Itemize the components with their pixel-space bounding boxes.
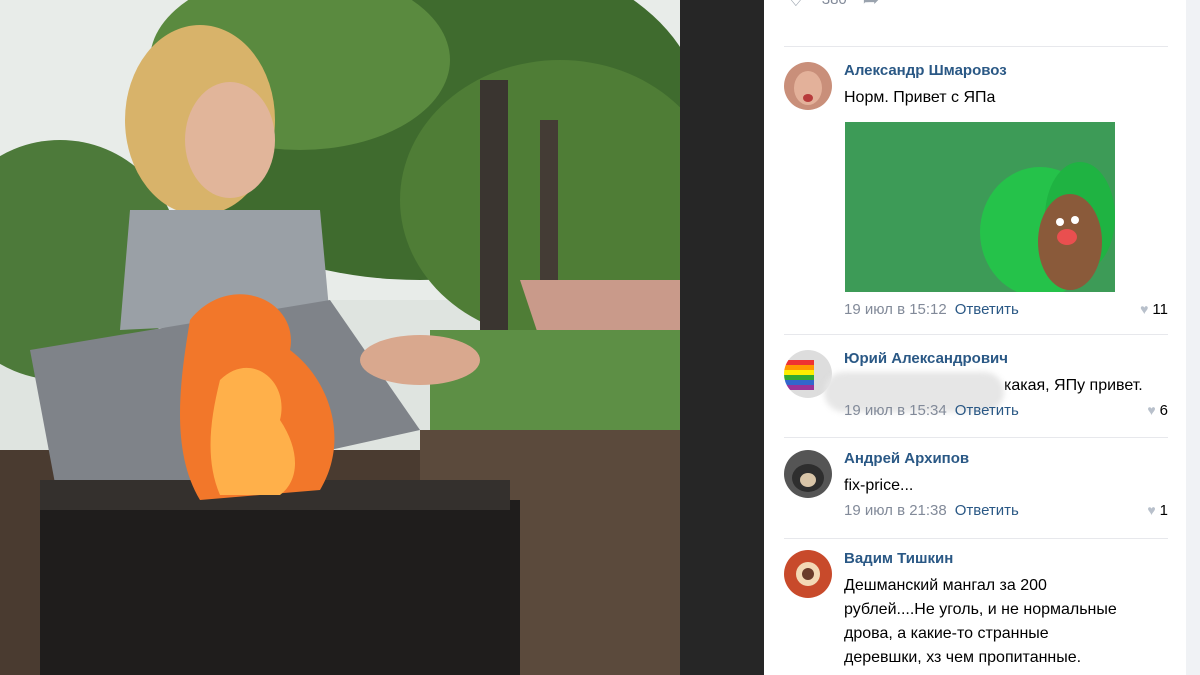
heart-icon: ♥ <box>1147 402 1156 418</box>
comment-text: Норм. Привет с ЯПа <box>844 89 996 106</box>
share-icon[interactable]: ➦ <box>863 0 880 12</box>
divider <box>784 46 1168 47</box>
comment-time[interactable]: 19 июл в 21:38 <box>844 502 947 519</box>
reply-link[interactable]: Ответить <box>955 402 1019 419</box>
comment-likes[interactable]: ♥ 6 <box>1147 402 1168 419</box>
avatar[interactable] <box>784 62 832 110</box>
comment-item: Вадим Тишкин Дешманский мангал за 200 ру… <box>784 550 1168 675</box>
comment-text-line: деревшки, хз чем пропитанные. <box>844 649 1082 666</box>
avatar[interactable] <box>784 450 832 498</box>
like-count: 11 <box>1152 301 1168 318</box>
reply-link[interactable]: Ответить <box>955 301 1019 318</box>
divider <box>784 538 1168 539</box>
comment-meta: 19 июл в 21:38 Ответить <box>844 502 1019 519</box>
comment-meta: 19 июл в 15:12 Ответить <box>844 301 1019 318</box>
reply-link[interactable]: Ответить <box>955 502 1019 519</box>
comment-likes[interactable]: ♥ 1 <box>1147 502 1168 519</box>
heart-icon[interactable]: ♡ <box>786 0 806 12</box>
like-count: 1 <box>1159 502 1168 519</box>
comment-item: Андрей Архипов fix-price... 19 июл в 21:… <box>784 450 1168 539</box>
comment-text: fix-price... <box>844 477 914 494</box>
comment-time[interactable]: 19 июл в 15:34 <box>844 402 947 419</box>
comment-time[interactable]: 19 июл в 15:12 <box>844 301 947 318</box>
comment-text: какая, ЯПу привет. <box>1004 377 1143 394</box>
heart-icon: ♥ <box>1140 301 1149 317</box>
sticker-image[interactable] <box>845 122 1115 292</box>
divider <box>784 334 1168 335</box>
comments-panel: ♡ 380 ➦ Александр Шмаровоз Норм. Привет … <box>764 0 1186 675</box>
post-actions: ♡ 380 ➦ <box>786 0 880 12</box>
comment-text-line: рублей....Не уголь, и не нормальные <box>844 601 1117 618</box>
comment-text: Дешманский мангал за 200 рублей....Не уг… <box>844 574 1117 670</box>
comment-text-line: Дешманский мангал за 200 <box>844 577 1047 594</box>
heart-icon: ♥ <box>1147 502 1156 518</box>
divider <box>784 437 1168 438</box>
comment-likes[interactable]: ♥ 11 <box>1140 301 1168 318</box>
photo-scene <box>0 0 680 675</box>
comment-item: Юрий Александрович какая, ЯПу привет. 19… <box>784 350 1168 438</box>
comment-author[interactable]: Андрей Архипов <box>844 450 969 467</box>
avatar[interactable] <box>784 550 832 598</box>
post-photo[interactable] <box>0 0 680 675</box>
page-scroll-area[interactable] <box>1186 0 1200 675</box>
comment-text-line: дрова, а какие-то странные <box>844 625 1049 642</box>
media-divider <box>680 0 764 675</box>
like-count: 6 <box>1159 402 1168 419</box>
comment-item: Александр Шмаровоз Норм. Привет с ЯПа 19… <box>784 62 1168 335</box>
likes-count: 380 <box>822 0 847 8</box>
comment-author[interactable]: Юрий Александрович <box>844 350 1008 367</box>
comment-author[interactable]: Вадим Тишкин <box>844 550 953 567</box>
comment-meta: 19 июл в 15:34 Ответить <box>844 402 1019 419</box>
comment-author[interactable]: Александр Шмаровоз <box>844 62 1007 79</box>
